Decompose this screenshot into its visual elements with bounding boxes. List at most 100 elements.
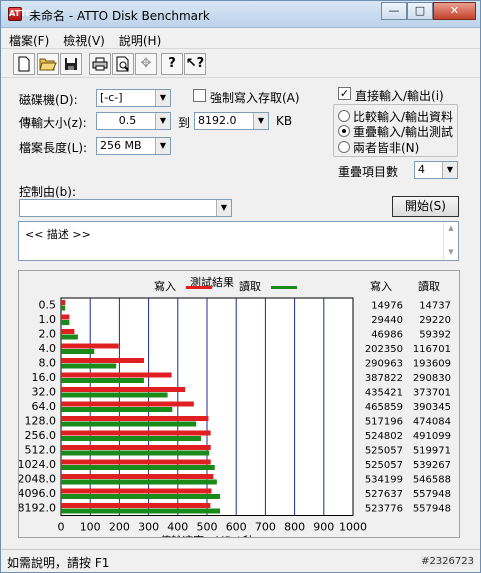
read-value: 14737 <box>419 300 451 311</box>
write-value: 527637 <box>365 489 403 500</box>
write-value: 465859 <box>365 402 403 413</box>
file-length-value: 256 MB <box>100 139 142 152</box>
x-tick-label: 100 <box>80 521 101 534</box>
transfer-from-select[interactable]: 0.5 ▼ <box>96 112 171 130</box>
new-icon[interactable] <box>13 53 35 75</box>
read-value: 539267 <box>413 460 451 471</box>
drive-select[interactable]: [-c-] ▼ <box>96 89 171 107</box>
x-tick-label: 600 <box>226 521 247 534</box>
write-bar <box>61 474 214 479</box>
read-value: 59392 <box>419 329 451 340</box>
y-tick-label: 2.0 <box>39 327 57 340</box>
write-bar <box>61 314 70 320</box>
to-label: 到 <box>178 116 191 130</box>
chevron-down-icon[interactable]: ▼ <box>216 200 231 216</box>
window-title: 未命名 - ATTO Disk Benchmark <box>29 9 210 23</box>
read-bar <box>61 479 217 485</box>
chevron-down-icon[interactable]: ▼ <box>155 113 170 129</box>
menu-help[interactable]: 說明(H) <box>111 29 167 48</box>
write-bar <box>61 358 144 363</box>
read-value: 491099 <box>413 431 451 442</box>
write-value: 435421 <box>365 387 403 398</box>
read-value: 193609 <box>413 358 451 369</box>
x-tick-label: 200 <box>109 521 130 534</box>
menu-view[interactable]: 檢視(V) <box>55 29 111 48</box>
maximize-button[interactable]: □ <box>407 2 433 20</box>
watermark-text: #2326723 <box>421 556 474 567</box>
write-value: 525057 <box>365 460 403 471</box>
help-icon[interactable]: ? <box>161 53 183 75</box>
read-value: 29220 <box>419 315 451 326</box>
write-bar <box>61 430 211 436</box>
file-length-select[interactable]: 256 MB ▼ <box>96 137 171 155</box>
radio-neither[interactable] <box>338 141 350 153</box>
read-bar <box>61 508 221 514</box>
force-write-checkbox[interactable] <box>193 89 206 102</box>
description-scrollbar[interactable]: ▲ ▼ <box>443 222 458 260</box>
y-tick-label: 128.0 <box>25 414 57 427</box>
start-button[interactable]: 開始(S) <box>392 196 459 217</box>
results-chart: 測試結果寫入 讀取 寫入 讀取0 100 200 300 400 500 600 700 800 900… <box>18 275 452 548</box>
direct-io-checkbox[interactable]: ✓ <box>338 87 351 100</box>
save-icon[interactable] <box>60 53 82 75</box>
menu-file[interactable]: 檔案(F) <box>1 29 55 48</box>
queue-depth-select[interactable]: 4 ▼ <box>414 161 458 179</box>
write-value: 517196 <box>365 416 403 427</box>
chevron-down-icon[interactable]: ▼ <box>442 162 457 178</box>
write-bar <box>61 387 186 392</box>
write-value: 387822 <box>365 373 403 384</box>
status-bar: 如需說明，請按 F1 #2326723 <box>1 549 480 573</box>
open-icon[interactable] <box>37 53 59 75</box>
read-bar <box>61 421 197 427</box>
description-text: << 描述 >> <box>25 228 91 241</box>
write-bar <box>61 300 66 305</box>
read-bar <box>61 305 66 311</box>
force-write-label: 強制寫入存取(A) <box>210 91 300 105</box>
write-value: 523776 <box>365 503 403 514</box>
read-value: 290830 <box>413 373 451 384</box>
y-tick-label: 1.0 <box>39 313 57 326</box>
y-tick-label: 512.0 <box>25 443 57 456</box>
read-value: 557948 <box>413 503 451 514</box>
x-tick-label: 0 <box>58 521 65 534</box>
close-button[interactable]: ✕ <box>433 2 476 20</box>
write-value: 14976 <box>371 300 403 311</box>
chevron-down-icon[interactable]: ▼ <box>155 138 170 154</box>
transfer-to-select[interactable]: 8192.0 ▼ <box>194 112 269 130</box>
write-bar <box>61 459 211 465</box>
radio-overlapped-label: 重疊輸入/輸出測試 <box>353 125 454 139</box>
chevron-down-icon[interactable]: ▼ <box>253 113 268 129</box>
print-preview-icon[interactable] <box>112 53 134 75</box>
legend-label: 讀取 <box>239 279 261 293</box>
radio-compare[interactable] <box>338 110 350 122</box>
transfer-size-label: 傳輸大小(z): <box>19 116 87 130</box>
controlled-by-select[interactable]: ▼ <box>19 199 232 217</box>
print-icon[interactable] <box>89 53 111 75</box>
x-axis-label: 傳輸速率 - MB / 秒 <box>160 534 254 538</box>
direct-io-label: 直接輸入/輸出(i) <box>355 89 444 103</box>
chevron-down-icon[interactable]: ▼ <box>155 90 170 106</box>
read-column-header: 讀取 <box>418 279 440 293</box>
read-value: 390345 <box>413 402 451 413</box>
legend-label: 寫入 <box>154 279 176 293</box>
app-window: ATTO 未命名 - ATTO Disk Benchmark — □ ✕ 檔案(… <box>0 0 481 573</box>
x-tick-label: 400 <box>167 521 188 534</box>
minimize-button[interactable]: — <box>381 2 407 20</box>
radio-overlapped[interactable] <box>338 125 350 137</box>
y-tick-label: 8.0 <box>39 356 57 369</box>
read-bar <box>61 334 78 340</box>
drive-value: [-c-] <box>100 91 123 104</box>
description-textarea[interactable]: << 描述 >> ▲ ▼ <box>18 221 459 261</box>
context-help-icon[interactable]: ↖? <box>184 53 206 75</box>
write-bar <box>61 329 75 334</box>
title-bar[interactable]: ATTO 未命名 - ATTO Disk Benchmark — □ ✕ <box>1 1 480 28</box>
write-value: 290963 <box>365 358 403 369</box>
x-tick-label: 700 <box>255 521 276 534</box>
move-icon[interactable]: ✥ <box>135 53 157 75</box>
write-bar <box>61 503 211 508</box>
x-tick-label: 500 <box>197 521 218 534</box>
write-bar <box>61 416 209 421</box>
y-tick-label: 32.0 <box>32 385 57 398</box>
write-value: 202350 <box>365 344 403 355</box>
read-value: 546588 <box>413 474 451 485</box>
